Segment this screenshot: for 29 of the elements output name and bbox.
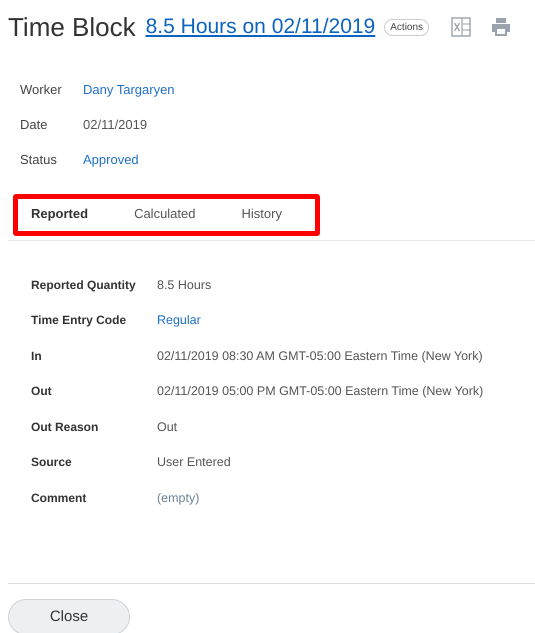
field-label: In xyxy=(31,348,43,363)
field-value[interactable]: Dany Targaryen xyxy=(83,82,175,97)
field-value: (empty) xyxy=(157,490,200,505)
actions-button[interactable]: Actions xyxy=(384,18,430,36)
field-label: Source xyxy=(31,455,73,470)
field-value[interactable]: Regular xyxy=(157,313,201,328)
spreadsheet-icon[interactable] xyxy=(451,17,472,37)
tab[interactable]: History xyxy=(228,199,295,231)
field-value[interactable]: Approved xyxy=(83,152,139,167)
field-value: Out xyxy=(157,420,178,434)
close-button[interactable]: Close xyxy=(8,598,130,633)
page-title: Time Block xyxy=(8,12,136,42)
field-value: 02/11/2019 xyxy=(83,117,148,132)
field-value: 8.5 Hours xyxy=(157,278,212,292)
field-value: 02/11/2019 08:30 AM GMT-05:00 Eastern Time (New York) xyxy=(157,348,483,363)
field-label: Worker xyxy=(20,82,63,97)
field-label: Time Entry Code xyxy=(31,313,128,328)
field-label: Out xyxy=(31,384,53,398)
field-label: Date xyxy=(20,117,48,132)
time-block-link[interactable]: 8.5 Hours on 02/11/2019 xyxy=(146,15,376,39)
field-label: Reported Quantity xyxy=(31,278,137,292)
field-label: Out Reason xyxy=(31,420,100,434)
print-icon[interactable] xyxy=(491,17,512,37)
field-label: Status xyxy=(20,152,58,167)
tab[interactable]: Calculated xyxy=(121,199,208,231)
field-value: 02/11/2019 05:00 PM GMT-05:00 Eastern Time (New York) xyxy=(157,384,484,398)
tab[interactable]: Reported xyxy=(18,199,102,231)
field-label: Comment xyxy=(31,490,88,505)
field-value: User Entered xyxy=(157,455,231,470)
